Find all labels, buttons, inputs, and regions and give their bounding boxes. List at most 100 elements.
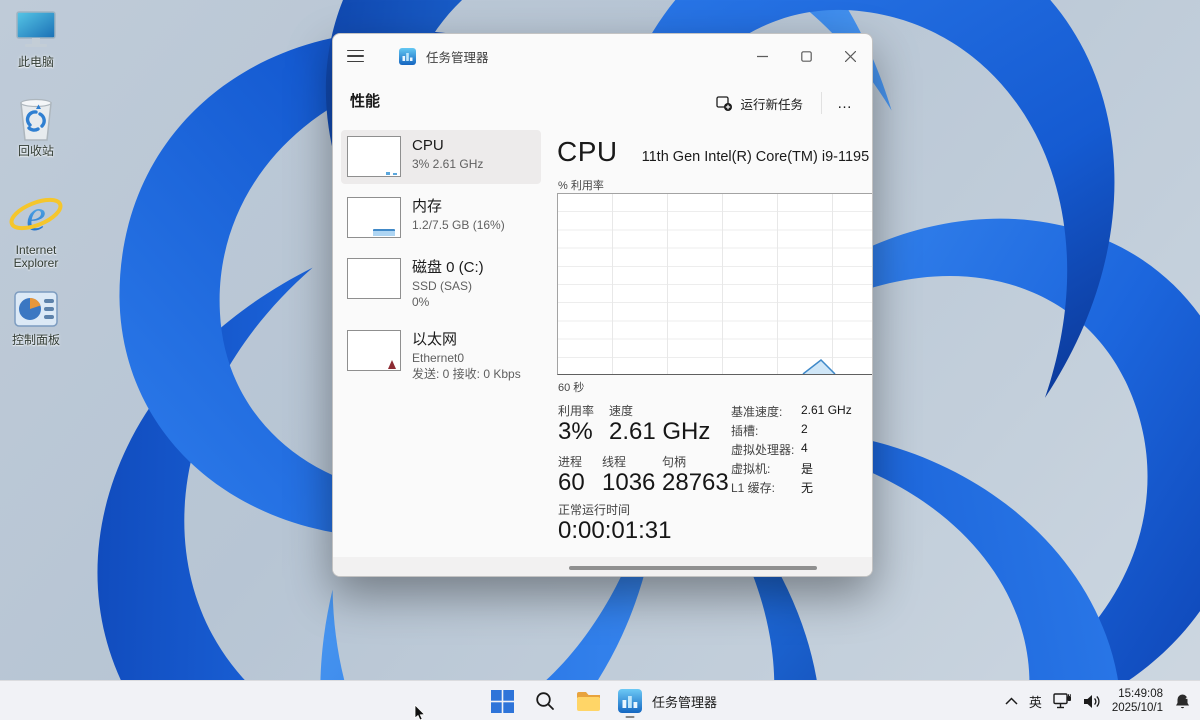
windows-logo-icon <box>490 689 514 713</box>
sidebar-item-cpu[interactable]: CPU 3% 2.61 GHz <box>341 130 541 184</box>
svg-text:e: e <box>26 191 46 240</box>
start-button[interactable] <box>488 687 516 715</box>
sidebar-item-ethernet[interactable]: 以太网 Ethernet0 发送: 0 接收: 0 Kbps <box>341 324 541 389</box>
chevron-up-icon <box>1005 697 1018 705</box>
horizontal-scrollbar-track[interactable] <box>333 557 872 576</box>
sidebar-item-line3: 发送: 0 接收: 0 Kbps <box>412 367 521 381</box>
desktop-icon-this-pc[interactable]: 此电脑 <box>4 8 68 69</box>
tray-overflow-chevron[interactable] <box>1005 697 1018 705</box>
desktop-icon-control-panel[interactable]: 控制面板 <box>4 286 68 347</box>
base-speed-value: 2.61 GHz <box>801 403 852 417</box>
volume-icon <box>1083 694 1100 708</box>
sidebar-item-title: 磁盘 0 (C:) <box>412 259 484 276</box>
sidebar-item-line3: 0% <box>412 295 430 309</box>
file-explorer-button[interactable] <box>574 687 602 715</box>
internet-explorer-icon: e <box>8 190 64 242</box>
input-language-indicator[interactable]: 英 <box>1029 692 1042 711</box>
threads-label: 线程 <box>602 455 627 469</box>
system-tray: 英 15:49:08 2025/10/1 z <box>1005 681 1191 720</box>
virtual-processors-label: 虚拟处理器: <box>731 443 795 457</box>
titlebar: 任务管理器 <box>333 34 872 78</box>
cpu-utilization-chart[interactable] <box>557 193 872 375</box>
minimize-button[interactable] <box>740 34 784 78</box>
recycle-bin-icon <box>16 97 56 143</box>
this-pc-icon <box>13 8 59 54</box>
sidebar-item-subtitle: 3% 2.61 GHz <box>412 157 484 171</box>
sidebar-item-title: CPU <box>412 137 444 154</box>
control-panel-icon <box>13 286 59 332</box>
threads-value: 1036 <box>602 469 656 496</box>
virtual-processors-value: 4 <box>801 441 808 455</box>
desktop: 此电脑 回收站 e Internet Explorer 控制面板 任务管理器 性… <box>0 0 1200 720</box>
run-new-task-button[interactable]: 运行新任务 <box>704 87 815 119</box>
sidebar-item-memory[interactable]: 内存 1.2/7.5 GB (16%) <box>341 191 541 245</box>
speed-value: 2.61 GHz <box>609 418 711 445</box>
desktop-icon-recycle-bin[interactable]: 回收站 <box>4 97 68 158</box>
clock-date: 2025/10/1 <box>1111 702 1163 714</box>
desktop-icon-label: 此电脑 <box>17 55 54 69</box>
volume-tray-button[interactable] <box>1083 694 1101 709</box>
cpu-title: CPU <box>557 136 618 167</box>
notification-center-button[interactable]: z <box>1174 693 1191 710</box>
cpu-mini-graph <box>347 136 401 177</box>
new-task-icon <box>716 96 733 111</box>
processes-value: 60 <box>558 469 585 496</box>
clock-time: 15:49:08 <box>1118 688 1163 700</box>
close-button[interactable] <box>828 34 872 78</box>
base-speed-label: 基准速度: <box>731 405 783 419</box>
sockets-label: 插槽: <box>731 424 759 438</box>
disk-mini-graph <box>347 258 401 299</box>
l1-cache-value: 无 <box>801 481 814 495</box>
divider <box>821 92 822 114</box>
uptime-label: 正常运行时间 <box>558 503 631 517</box>
page-title: 性能 <box>350 93 381 110</box>
handles-value: 28763 <box>662 469 729 496</box>
sidebar-item-subtitle: 1.2/7.5 GB (16%) <box>412 218 505 232</box>
utilization-label: 利用率 <box>558 404 595 418</box>
taskbar: 任务管理器 英 15:49:08 2025/10/1 z <box>0 680 1200 720</box>
network-tray-button[interactable] <box>1053 693 1072 709</box>
desktop-icon-label: Internet Explorer <box>13 243 59 270</box>
desktop-icon-label: 控制面板 <box>11 333 60 347</box>
sockets-value: 2 <box>801 422 808 436</box>
file-explorer-icon <box>576 691 600 711</box>
run-new-task-label: 运行新任务 <box>740 97 803 112</box>
sidebar-item-subtitle: Ethernet0 <box>412 351 465 365</box>
l1-cache-label: L1 缓存: <box>731 481 776 495</box>
svg-text:z: z <box>1186 695 1189 701</box>
search-icon <box>536 692 554 710</box>
cpu-model-subtitle: 11th Gen Intel(R) Core(TM) i9-1195 <box>641 149 870 165</box>
task-manager-taskbar-icon <box>617 688 643 718</box>
horizontal-scrollbar-thumb[interactable] <box>569 566 817 570</box>
taskbar-clock[interactable]: 15:49:08 2025/10/1 <box>1112 687 1163 715</box>
active-app-indicator <box>625 715 635 718</box>
sidebar-item-disk[interactable]: 磁盘 0 (C:) SSD (SAS) 0% <box>341 252 541 317</box>
more-options-label: … <box>837 94 853 112</box>
window-title: 任务管理器 <box>426 50 489 65</box>
processes-label: 进程 <box>558 455 583 469</box>
maximize-button[interactable] <box>784 34 828 78</box>
navigation-menu-button[interactable] <box>347 41 377 71</box>
cpu-detail-pane: CPU 11th Gen Intel(R) Core(TM) i9-1195 %… <box>554 130 872 576</box>
virtual-machine-label: 虚拟机: <box>731 462 771 476</box>
performance-sidebar: CPU 3% 2.61 GHz 内存 1.2/7.5 GB (16%) 磁盘 0… <box>341 130 541 396</box>
taskbar-task-manager-label: 任务管理器 <box>652 694 718 710</box>
memory-mini-graph <box>347 197 401 238</box>
utilization-value: 3% <box>558 418 593 445</box>
task-manager-app-icon <box>399 47 416 65</box>
sidebar-item-title: 内存 <box>412 198 443 215</box>
task-manager-window: 任务管理器 性能 运行新任务 … CPU 3% 2.61 GHz 内存 1.2/… <box>332 33 873 577</box>
network-icon <box>1053 693 1071 709</box>
desktop-icon-internet-explorer[interactable]: e Internet Explorer <box>4 190 68 270</box>
speed-label: 速度 <box>609 404 634 418</box>
graph-time-label: 60 秒 <box>558 382 585 394</box>
graph-unit-label: % 利用率 <box>558 180 604 192</box>
more-options-button[interactable]: … <box>828 87 862 119</box>
uptime-value: 0:00:01:31 <box>558 517 672 544</box>
ethernet-mini-graph <box>347 330 401 371</box>
virtual-machine-value: 是 <box>801 462 814 476</box>
do-not-disturb-bell-icon: z <box>1176 694 1189 708</box>
taskbar-task-manager[interactable]: 任务管理器 <box>617 688 718 718</box>
search-button[interactable] <box>531 687 559 715</box>
mouse-cursor <box>414 705 426 720</box>
